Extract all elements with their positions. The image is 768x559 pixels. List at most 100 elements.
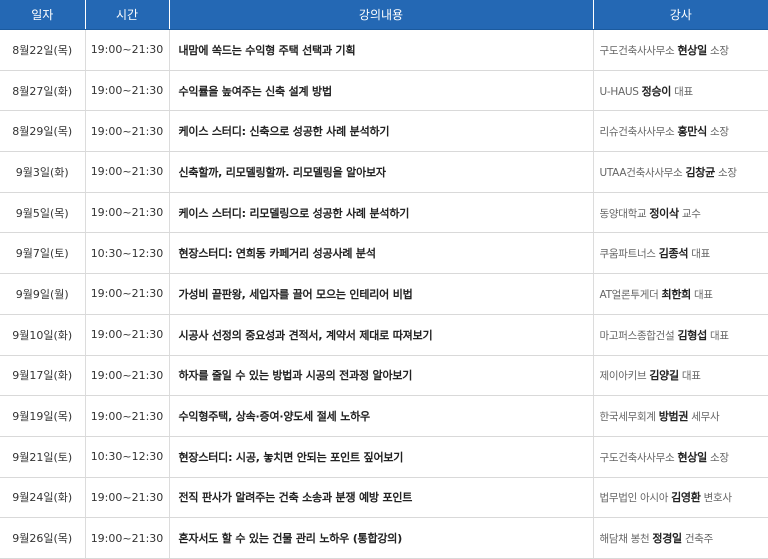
lecturer-name: 김영환 <box>671 491 701 505</box>
table-row: 9월9일(월) 19:00~21:30 가성비 끝판왕, 세입자를 끌어 모으는 인… <box>0 273 768 315</box>
lecturer-name: 김형섭 <box>677 328 707 342</box>
row-lecturer: 구도건축사사무소 현상일 소장 <box>593 29 768 71</box>
table-row: 9월7일(토) 10:30~12:30 현장스터디: 연희동 카페거리 성공사례 분… <box>0 232 768 275</box>
lecturer-title: 대표 <box>709 329 729 342</box>
lecturer-name: 정승이 <box>641 84 672 98</box>
table-row: 8월29일(목) 19:00~21:30 케이스 스터디: 신축으로 성공한 사례 … <box>0 110 768 153</box>
lecturer-title: 교수 <box>681 207 701 220</box>
lecturer-title: 대표 <box>694 288 713 301</box>
table-row: 9월26일(목) 19:00~21:30 혼자서도 할 수 있는 건물 관리 노하우… <box>0 517 768 559</box>
row-time: 19:00~21:30 <box>85 192 170 234</box>
lecturer-name: 김종석 <box>658 247 689 261</box>
row-date: 8월29일(목) <box>0 110 86 153</box>
row-topic: 수익형주택, 상속·증여·양도세 절세 노하우 <box>169 395 594 437</box>
lecturer-title: 대표 <box>681 370 701 383</box>
lecturer-org: 마고퍼스종합건설 <box>599 329 675 342</box>
table-row: 9월24일(화) 19:00~21:30 전직 판사가 알려주는 건축 소송과 분쟁… <box>0 477 768 519</box>
lecturer-title: 세무사 <box>691 411 720 424</box>
lecturer-org: UTAA건축사사무소 <box>599 166 683 179</box>
table-row: 9월3일(화) 19:00~21:30 신축할까, 리모델링할까. 리모델링을 알아… <box>0 151 768 193</box>
row-date: 8월27일(화) <box>0 70 86 112</box>
lecturer-org: 한국세무회계 <box>599 411 656 424</box>
table-row: 9월10일(화) 19:00~21:30 시공사 선정의 중요성과 견적서, 계약서… <box>0 314 768 356</box>
row-date: 9월21일(토) <box>0 436 86 478</box>
table-header: 일자 시간 강의내용 강사 <box>0 0 768 30</box>
header-lecturer: 강사 <box>593 0 768 30</box>
row-date: 9월9일(월) <box>0 273 86 315</box>
row-lecturer: 동양대학교 정이삭 교수 <box>593 192 768 234</box>
row-time: 10:30~12:30 <box>85 436 170 478</box>
row-time: 19:00~21:30 <box>85 110 170 153</box>
row-topic: 시공사 선정의 중요성과 견적서, 계약서 제대로 따져보기 <box>169 314 594 356</box>
lecturer-title: 대표 <box>691 248 710 261</box>
table-row: 9월19일(목) 19:00~21:30 수익형주택, 상속·증여·양도세 절세 노… <box>0 395 768 437</box>
lecturer-org: 법무법인 아시아 <box>599 492 669 505</box>
lecturer-name: 정경일 <box>652 532 682 546</box>
row-date: 9월3일(화) <box>0 151 86 193</box>
lecturer-name: 최한희 <box>661 287 692 301</box>
table-row: 8월22일(목) 19:00~21:30 내맘에 쏙드는 수익형 주택 선택과 기획… <box>0 29 768 71</box>
row-time: 19:00~21:30 <box>85 395 170 437</box>
row-lecturer: 리슈건축사사무소 홍만식 소장 <box>593 110 768 153</box>
row-lecturer: UTAA건축사사무소 김창균 소장 <box>593 151 768 193</box>
lecturer-org: 구도건축사사무소 <box>599 451 675 464</box>
lecturer-title: 대표 <box>674 85 693 98</box>
table-row: 9월5일(목) 19:00~21:30 케이스 스터디: 리모델링으로 성공한 사례… <box>0 192 768 234</box>
row-time: 10:30~12:30 <box>85 232 170 275</box>
row-topic: 가성비 끝판왕, 세입자를 끌어 모으는 인테리어 비법 <box>169 273 594 315</box>
row-lecturer: 법무법인 아시아 김영환 변호사 <box>593 477 768 519</box>
row-date: 9월26일(목) <box>0 517 86 559</box>
row-time: 19:00~21:30 <box>85 517 170 559</box>
row-time: 19:00~21:30 <box>85 273 170 315</box>
lecturer-org: 제이아키브 <box>599 370 647 383</box>
header-topic: 강의내용 <box>169 0 594 30</box>
row-lecturer: AT얼론투게더 최한희 대표 <box>593 273 768 315</box>
row-lecturer: 마고퍼스종합건설 김형섭 대표 <box>593 314 768 356</box>
row-time: 19:00~21:30 <box>85 314 170 356</box>
row-topic: 전직 판사가 알려주는 건축 소송과 분쟁 예방 포인트 <box>169 477 594 519</box>
lecturer-title: 소장 <box>709 44 729 57</box>
row-time: 19:00~21:30 <box>85 151 170 193</box>
row-date: 9월24일(화) <box>0 477 86 519</box>
lecturer-org: 쿠움파트너스 <box>599 248 656 261</box>
lecturer-org: 해담채 봉천 <box>599 533 650 546</box>
row-topic: 혼자서도 할 수 있는 건물 관리 노하우 (통합강의) <box>169 517 594 559</box>
lecturer-title: 건축주 <box>684 533 713 546</box>
row-date: 9월19일(목) <box>0 395 86 437</box>
lecture-schedule-table: 일자 시간 강의내용 강사 8월22일(목) 19:00~21:30 내맘에 쏙드는… <box>0 0 768 559</box>
row-time: 19:00~21:30 <box>85 477 170 519</box>
row-date: 9월7일(토) <box>0 232 86 275</box>
lecturer-org: 구도건축사사무소 <box>599 44 675 57</box>
row-date: 9월5일(목) <box>0 192 86 234</box>
lecturer-name: 현상일 <box>677 43 707 57</box>
row-topic: 내맘에 쏙드는 수익형 주택 선택과 기획 <box>169 29 594 71</box>
lecturer-name: 김창균 <box>685 165 715 179</box>
row-topic: 신축할까, 리모델링할까. 리모델링을 알아보자 <box>169 151 594 193</box>
lecturer-title: 소장 <box>717 166 737 179</box>
row-lecturer: 제이아키브 김양길 대표 <box>593 355 768 397</box>
lecturer-title: 소장 <box>709 451 729 464</box>
lecturer-name: 정이삭 <box>649 206 679 220</box>
row-date: 9월10일(화) <box>0 314 86 356</box>
row-time: 19:00~21:30 <box>85 355 170 397</box>
lecturer-name: 김양길 <box>649 369 679 383</box>
row-lecturer: 한국세무회계 방범권 세무사 <box>593 395 768 437</box>
row-topic: 케이스 스터디: 신축으로 성공한 사례 분석하기 <box>169 110 594 153</box>
lecturer-title: 변호사 <box>703 492 732 505</box>
row-topic: 수익률을 높여주는 신축 설계 방법 <box>169 70 594 112</box>
row-lecturer: 쿠움파트너스 김종석 대표 <box>593 232 768 275</box>
lecturer-name: 홍만식 <box>677 125 707 139</box>
lecturer-org: 리슈건축사사무소 <box>599 126 675 139</box>
row-lecturer: 구도건축사사무소 현상일 소장 <box>593 436 768 478</box>
row-time: 19:00~21:30 <box>85 29 170 71</box>
lecturer-org: U-HAUS <box>599 85 639 98</box>
table-row: 8월27일(화) 19:00~21:30 수익률을 높여주는 신축 설계 방법 U-H… <box>0 70 768 112</box>
row-time: 19:00~21:30 <box>85 70 170 112</box>
header-row: 일자 시간 강의내용 강사 <box>0 0 768 30</box>
row-lecturer: U-HAUS 정승이 대표 <box>593 70 768 112</box>
lecturer-title: 소장 <box>709 126 729 139</box>
lecturer-name: 현상일 <box>677 450 707 464</box>
lecturer-name: 방범권 <box>658 410 689 424</box>
row-date: 8월22일(목) <box>0 29 86 71</box>
row-lecturer: 해담채 봉천 정경일 건축주 <box>593 517 768 559</box>
